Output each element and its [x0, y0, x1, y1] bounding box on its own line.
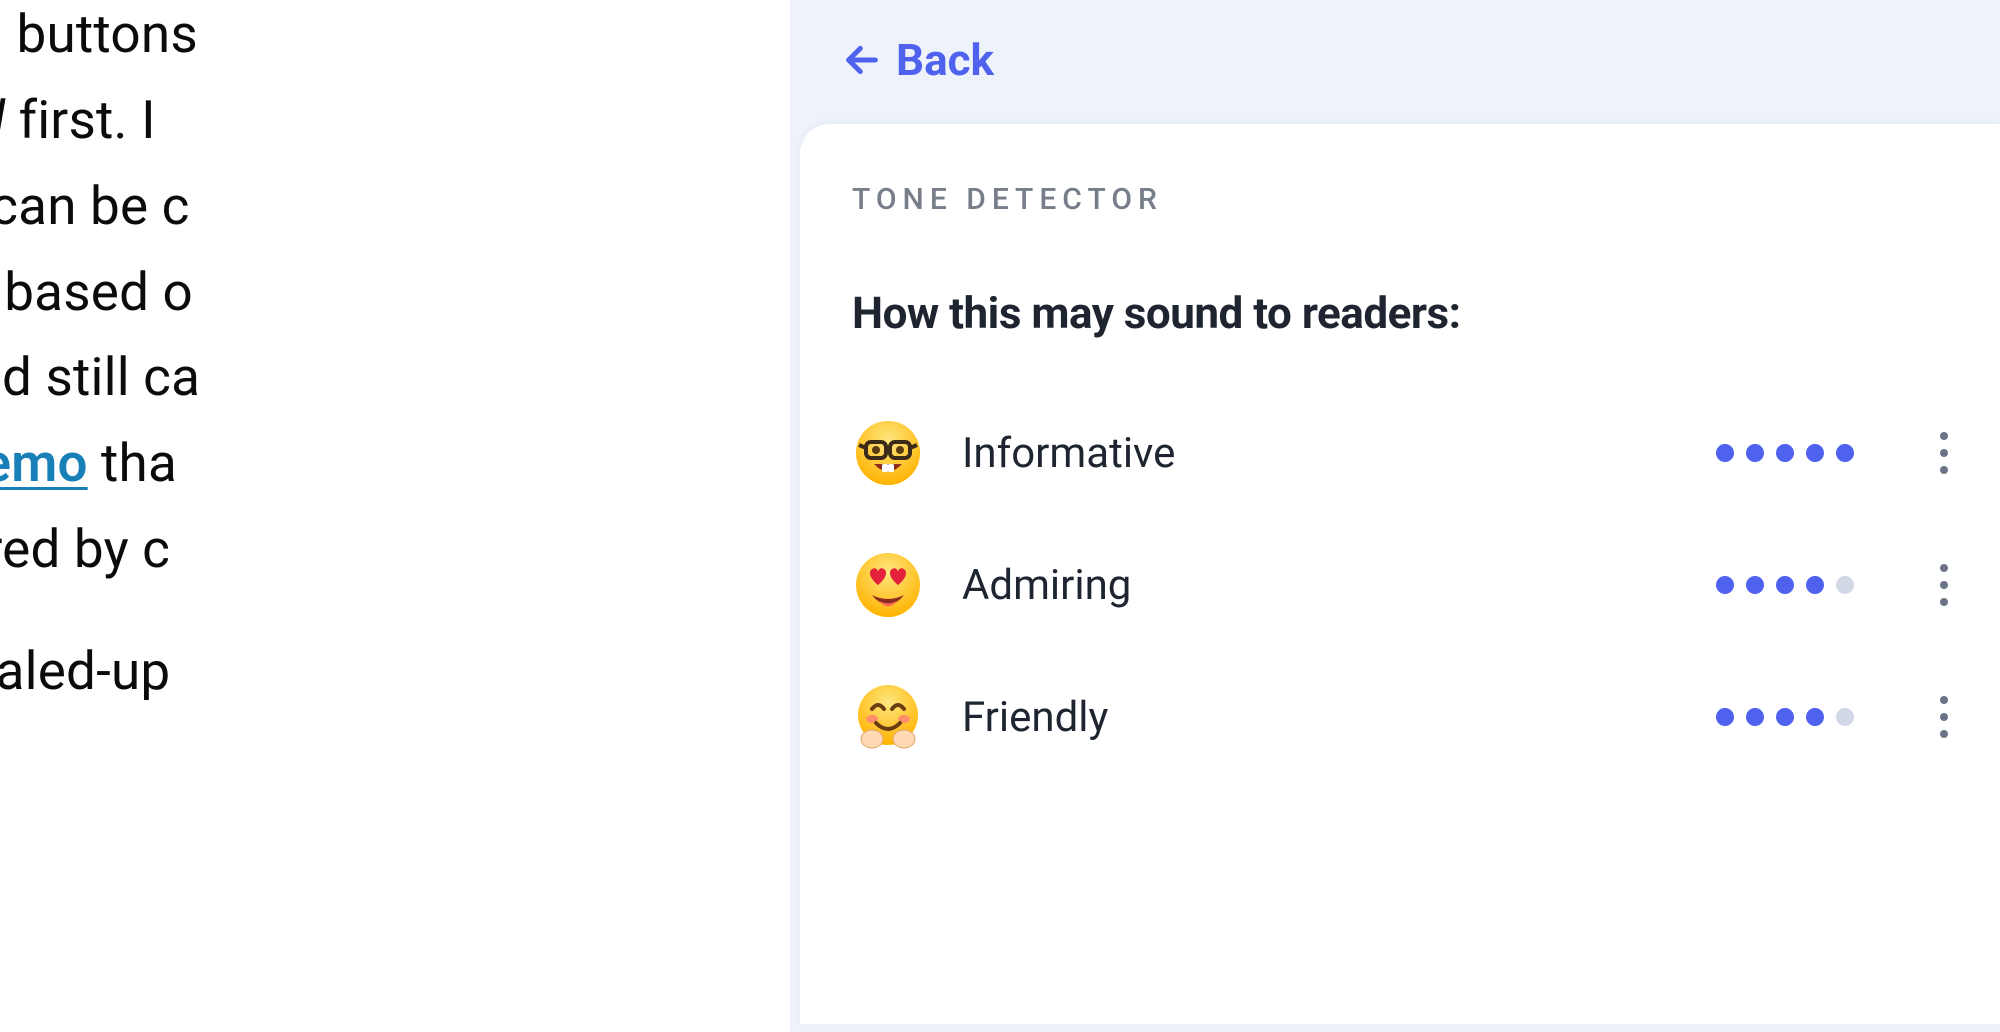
hugging-face-icon [852, 681, 924, 753]
kebab-menu-icon[interactable] [1934, 558, 1954, 612]
kebab-menu-icon[interactable] [1934, 426, 1954, 480]
score-dot [1746, 708, 1764, 726]
score-dot [1806, 444, 1824, 462]
tone-card: TONE DETECTOR How this may sound to read… [800, 124, 2000, 1024]
score-dot [1746, 444, 1764, 462]
article-text: operty in 2015 and still ca [0, 335, 590, 421]
section-label: TONE DETECTOR [852, 182, 1954, 217]
tone-name: Informative [962, 429, 1678, 478]
back-label: Back [896, 34, 994, 86]
score-dot [1716, 444, 1734, 462]
tone-row: Friendly [852, 681, 1954, 753]
article-text: first. I [5, 89, 155, 151]
tone-name: Admiring [962, 561, 1678, 610]
score-dot [1746, 576, 1764, 594]
article-text: becoming obscured by c [0, 507, 590, 593]
score-dot [1776, 444, 1794, 462]
sidebar-panel: Back TONE DETECTOR How this may sound to… [790, 0, 2000, 1032]
demo-link[interactable]: y showed off a demo [0, 432, 88, 494]
article-text: ntrol over how scaled-up [0, 629, 590, 715]
score-dot [1806, 708, 1824, 726]
article-text: ne pseudo-class can be c [0, 164, 590, 250]
score-dot [1776, 576, 1794, 594]
heart-eyes-icon [852, 549, 924, 621]
score-dot [1716, 708, 1734, 726]
tone-list: Informative [852, 417, 1954, 753]
arrow-left-icon [842, 40, 882, 80]
kebab-menu-icon[interactable] [1934, 690, 1954, 744]
article-text: buttons [3, 3, 198, 65]
tone-name: Friendly [962, 693, 1678, 742]
link-text: showed off a demo [0, 432, 88, 494]
score-dot [1836, 576, 1854, 594]
tone-row: Informative [852, 417, 1954, 489]
article-text: tha [88, 432, 177, 494]
nerd-face-icon [852, 417, 924, 489]
tone-row: Admiring [852, 549, 1954, 621]
score-dot [1716, 576, 1734, 594]
score-dot [1806, 576, 1824, 594]
panel-heading: How this may sound to readers: [852, 287, 1954, 339]
tone-score [1716, 444, 1854, 462]
back-button[interactable]: Back [790, 0, 994, 124]
tone-score [1716, 576, 1854, 594]
score-dot [1776, 708, 1794, 726]
score-dot [1836, 708, 1854, 726]
article-text: element is styled based o [0, 250, 590, 336]
tone-score [1716, 708, 1854, 726]
score-dot [1836, 444, 1854, 462]
article-body: ling :inactive buttons by what's enabled… [0, 0, 590, 715]
